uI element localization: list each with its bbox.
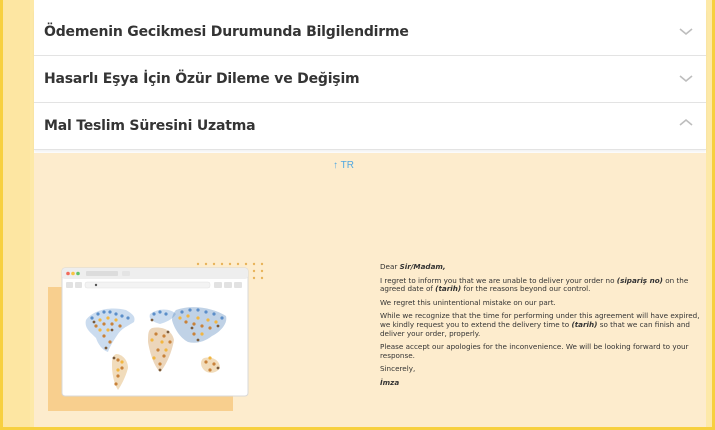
chevron-down-icon (679, 75, 693, 83)
chevron-up-icon (679, 118, 693, 126)
accordion-item-title: Hasarlı Eşya İçin Özür Dileme ve Değişim (44, 71, 360, 87)
letter-paragraph-3: While we recognize that the time for per… (380, 312, 710, 338)
language-link[interactable]: ↑ TR (333, 160, 354, 171)
letter-paragraph-1: I regret to inform you that we are unabl… (380, 275, 710, 294)
accordion-item-extend-delivery[interactable]: Mal Teslim Süresini Uzatma (34, 103, 706, 150)
world-map-illustration (48, 262, 264, 411)
greeting-name: Sir/Madam, (399, 262, 446, 271)
accordion-item-title: Mal Teslim Süresini Uzatma (44, 118, 256, 134)
order-no-placeholder: (sipariş no) (616, 275, 663, 285)
date-placeholder: (tarih) (571, 319, 598, 329)
letter-paragraph-2: We regret this unintentional mistake on … (380, 297, 556, 307)
accordion-item-payment-delay[interactable]: Ödemenin Gecikmesi Durumunda Bilgilendir… (34, 9, 706, 56)
left-margin (0, 0, 30, 430)
accordion-item-damaged-goods[interactable]: Hasarlı Eşya İçin Özür Dileme ve Değişim (34, 56, 706, 103)
letter-paragraph-4: Please accept our apologies for the inco… (380, 342, 689, 360)
greeting-text: Dear (380, 262, 400, 271)
date-placeholder: (tarih) (435, 284, 462, 294)
letter-text: Dear Sir/Madam, I regret to inform you t… (380, 262, 710, 393)
letter-signature: İmza (380, 377, 400, 387)
chevron-down-icon (679, 28, 693, 36)
letter-greeting: Dear Sir/Madam, (380, 262, 710, 272)
letter-closing: Sincerely, (380, 364, 416, 374)
accordion-panel: Ödemenin Gecikmesi Durumunda Bilgilendir… (34, 0, 706, 430)
p1-text-e: for the reasons beyond our control. (461, 284, 591, 294)
accordion-item-title: Ödemenin Gecikmesi Durumunda Bilgilendir… (44, 24, 409, 40)
